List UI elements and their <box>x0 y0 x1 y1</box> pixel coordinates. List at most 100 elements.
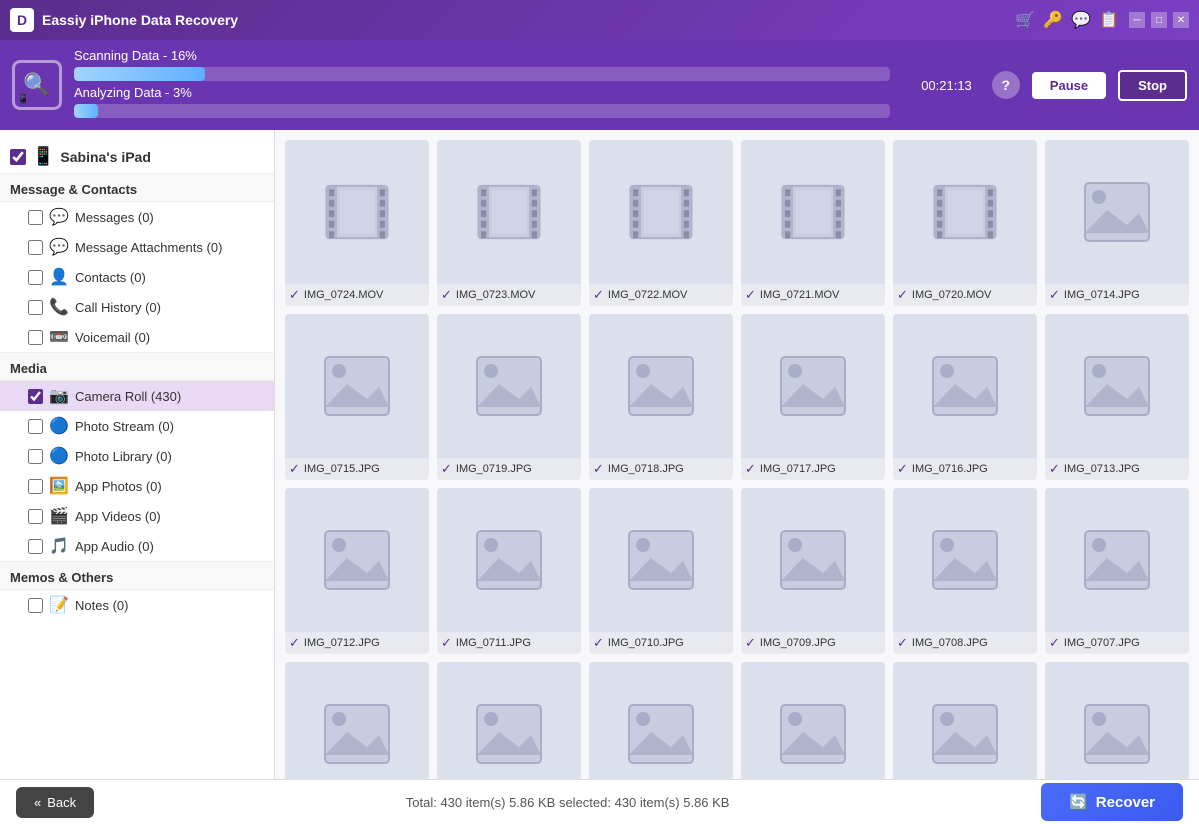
photo-name: IMG_0718.JPG <box>608 463 684 475</box>
photo-name: IMG_0715.JPG <box>304 463 380 475</box>
photo-item[interactable]: ✓ IMG_0719.JPG <box>437 314 581 480</box>
image-placeholder-icon <box>469 697 549 772</box>
photo-item[interactable]: ✓ IMG_0703.JPG <box>741 662 885 779</box>
photo-thumb <box>1045 662 1189 779</box>
photo-item[interactable]: ✓ IMG_0709.JPG <box>741 488 885 654</box>
minimize-button[interactable]: ─ <box>1129 12 1145 28</box>
photo-item[interactable]: ✓ IMG_0708.JPG <box>893 488 1037 654</box>
sidebar-item-app-photos[interactable]: 🖼️ App Photos (0) <box>0 471 274 501</box>
help-button[interactable]: ? <box>992 71 1020 99</box>
window-controls[interactable]: ─ □ ✕ <box>1129 12 1189 28</box>
sidebar-item-camera-roll[interactable]: 📷 Camera Roll (430) <box>0 381 274 411</box>
photo-item[interactable]: ✓ IMG_0705.JPG <box>437 662 581 779</box>
call-history-checkbox[interactable] <box>28 300 43 315</box>
photo-thumb <box>1045 314 1189 458</box>
image-placeholder-icon <box>621 349 701 424</box>
photo-item[interactable]: ✓ IMG_0717.JPG <box>741 314 885 480</box>
notes-checkbox[interactable] <box>28 598 43 613</box>
image-placeholder-icon <box>773 349 853 424</box>
photo-thumb <box>437 488 581 632</box>
contacts-checkbox[interactable] <box>28 270 43 285</box>
photo-item[interactable]: ✓ IMG_0710.JPG <box>589 488 733 654</box>
photo-library-checkbox[interactable] <box>28 449 43 464</box>
photo-name: IMG_0720.MOV <box>912 289 991 301</box>
photo-item[interactable]: ✓ IMG_0707.JPG <box>1045 488 1189 654</box>
image-placeholder-icon <box>773 523 853 598</box>
photo-name: IMG_0716.JPG <box>912 463 988 475</box>
sidebar-item-notes[interactable]: 📝 Notes (0) <box>0 590 274 620</box>
sidebar-item-voicemail[interactable]: 📼 Voicemail (0) <box>0 322 274 352</box>
sidebar-item-app-videos[interactable]: 🎬 App Videos (0) <box>0 501 274 531</box>
camera-roll-checkbox[interactable] <box>28 389 43 404</box>
message-attachments-icon: 💬 <box>49 237 69 257</box>
film-strip-icon <box>930 177 1000 247</box>
sidebar-item-photo-library[interactable]: 🔵 Photo Library (0) <box>0 441 274 471</box>
recover-button[interactable]: 🔄 Recover <box>1041 783 1183 821</box>
photo-thumb <box>437 314 581 458</box>
check-icon: ✓ <box>1049 461 1060 477</box>
recover-icon: 🔄 <box>1069 793 1088 811</box>
check-icon: ✓ <box>745 287 756 303</box>
scanning-label: Scanning Data - 16% <box>74 48 890 63</box>
stop-button[interactable]: Stop <box>1118 70 1187 101</box>
sidebar: 📱 Sabina's iPad Message & Contacts 💬 Mes… <box>0 130 275 779</box>
image-placeholder-icon <box>621 697 701 772</box>
status-text: Total: 430 item(s) 5.86 KB selected: 430… <box>406 795 730 810</box>
app-videos-checkbox[interactable] <box>28 509 43 524</box>
photo-item[interactable]: ✓ IMG_0721.MOV <box>741 140 885 306</box>
photo-item[interactable]: ✓ IMG_0715.JPG <box>285 314 429 480</box>
sidebar-item-app-audio[interactable]: 🎵 App Audio (0) <box>0 531 274 561</box>
photo-item[interactable]: ✓ IMG_0704.JPG <box>589 662 733 779</box>
recover-label: Recover <box>1096 794 1155 811</box>
app-photos-icon: 🖼️ <box>49 476 69 496</box>
sidebar-item-message-attachments[interactable]: 💬 Message Attachments (0) <box>0 232 274 262</box>
sidebar-item-messages[interactable]: 💬 Messages (0) <box>0 202 274 232</box>
sidebar-item-call-history[interactable]: 📞 Call History (0) <box>0 292 274 322</box>
close-button[interactable]: ✕ <box>1173 12 1189 28</box>
photo-item[interactable]: ✓ IMG_0711.JPG <box>437 488 581 654</box>
sidebar-item-contacts[interactable]: 👤 Contacts (0) <box>0 262 274 292</box>
photo-thumb <box>285 140 429 284</box>
photo-label: ✓ IMG_0719.JPG <box>437 458 581 480</box>
voicemail-checkbox[interactable] <box>28 330 43 345</box>
message-attachments-checkbox[interactable] <box>28 240 43 255</box>
device-checkbox[interactable] <box>10 149 26 165</box>
photo-item[interactable]: ✓ IMG_0701.JPG <box>1045 662 1189 779</box>
maximize-button[interactable]: □ <box>1151 12 1167 28</box>
app-photos-checkbox[interactable] <box>28 479 43 494</box>
back-button[interactable]: « Back <box>16 787 94 818</box>
app-audio-checkbox[interactable] <box>28 539 43 554</box>
photo-name: IMG_0714.JPG <box>1064 289 1140 301</box>
photo-item[interactable]: ✓ IMG_0706.JPG <box>285 662 429 779</box>
voicemail-icon: 📼 <box>49 327 69 347</box>
app-title: Eassiy iPhone Data Recovery <box>42 12 1015 28</box>
photo-thumb <box>893 314 1037 458</box>
check-icon: ✓ <box>897 461 908 477</box>
voicemail-label: Voicemail (0) <box>75 330 150 345</box>
film-strip-icon <box>626 177 696 247</box>
photo-grid: ✓ IMG_0724.MOV <box>285 140 1189 779</box>
photo-name: IMG_0717.JPG <box>760 463 836 475</box>
app-photos-label: App Photos (0) <box>75 479 162 494</box>
photo-item[interactable]: ✓ IMG_0712.JPG <box>285 488 429 654</box>
photo-item[interactable]: ✓ IMG_0716.JPG <box>893 314 1037 480</box>
photo-label: ✓ IMG_0720.MOV <box>893 284 1037 306</box>
sidebar-item-photo-stream[interactable]: 🔵 Photo Stream (0) <box>0 411 274 441</box>
photo-item[interactable]: ✓ IMG_0720.MOV <box>893 140 1037 306</box>
device-row[interactable]: 📱 Sabina's iPad <box>0 140 274 173</box>
photo-label: ✓ IMG_0724.MOV <box>285 284 429 306</box>
photo-stream-checkbox[interactable] <box>28 419 43 434</box>
photo-item[interactable]: ✓ IMG_0722.MOV <box>589 140 733 306</box>
photo-item[interactable]: ✓ IMG_0714.JPG <box>1045 140 1189 306</box>
photo-item[interactable]: ✓ IMG_0723.MOV <box>437 140 581 306</box>
notes-label: Notes (0) <box>75 598 128 613</box>
photo-name: IMG_0713.JPG <box>1064 463 1140 475</box>
messages-checkbox[interactable] <box>28 210 43 225</box>
photo-item[interactable]: ✓ IMG_0702.JPG <box>893 662 1037 779</box>
photo-item[interactable]: ✓ IMG_0713.JPG <box>1045 314 1189 480</box>
pause-button[interactable]: Pause <box>1032 72 1106 99</box>
photo-item[interactable]: ✓ IMG_0718.JPG <box>589 314 733 480</box>
photo-thumb <box>437 662 581 779</box>
photo-item[interactable]: ✓ IMG_0724.MOV <box>285 140 429 306</box>
scanning-fill <box>74 67 205 81</box>
